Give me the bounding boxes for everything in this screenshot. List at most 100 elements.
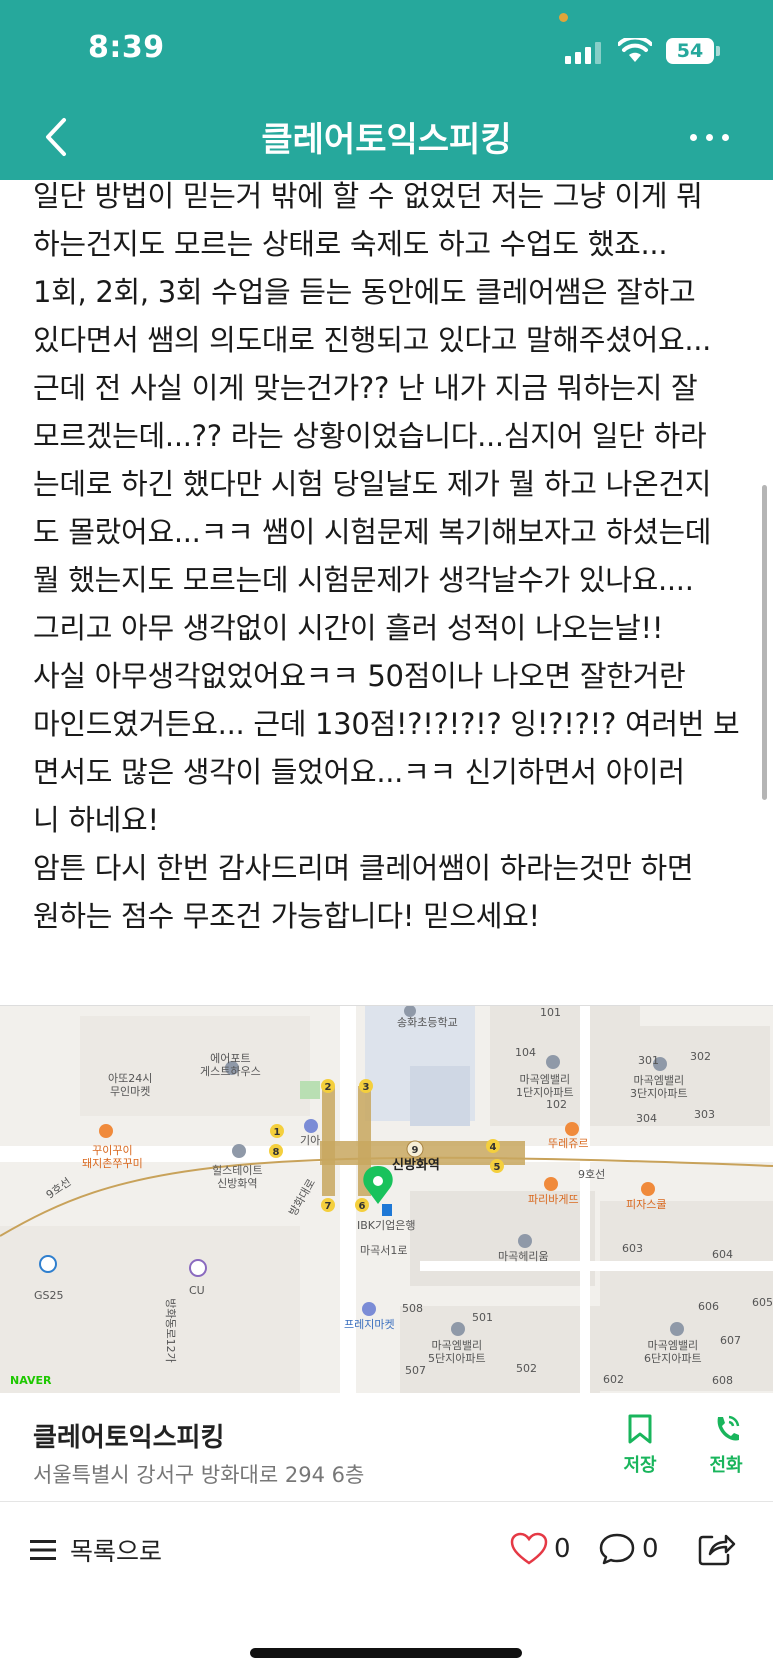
save-button[interactable]: 저장	[610, 1413, 670, 1477]
exit-8: 8	[273, 1147, 280, 1158]
map-label-b607: 607	[720, 1334, 741, 1347]
exit-9: 9	[412, 1145, 419, 1156]
article-line: 모르겠는데...?? 라는 상황이었습니다...심지어 일단 하라	[33, 419, 707, 453]
map-label-b608: 608	[712, 1374, 733, 1387]
map-label-b302: 302	[690, 1050, 711, 1063]
header-bar: 8:39 54 클레어토익스피킹	[0, 0, 773, 180]
menu-icon	[30, 1540, 56, 1560]
wifi-icon	[618, 38, 652, 62]
exit-2: 2	[325, 1082, 332, 1093]
map-label-b104: 104	[515, 1046, 536, 1059]
map-label-fresh-market: 프레지마켓	[344, 1318, 395, 1331]
exit-5: 5	[494, 1162, 501, 1173]
article-line: 니 하네요!	[33, 803, 159, 837]
map-label-market: 아또24시 무인마켓	[108, 1072, 153, 1098]
exit-4: 4	[490, 1142, 497, 1153]
map-label-apt1: 마곡엠밸리 1단지아파트	[516, 1073, 574, 1099]
article-line: 도 몰랐어요...ㅋㅋ 쌤이 시험문제 복기해보자고 하셨는데	[33, 515, 712, 549]
map-label-hillstate: 힐스테이트 신방화역	[212, 1164, 263, 1190]
article-line: 1회, 2회, 3회 수업을 듣는 동안에도 클레어쌤은 잘하고	[33, 275, 696, 309]
map-label-b303: 303	[694, 1108, 715, 1121]
status-time: 8:39	[88, 30, 165, 65]
article-line: 있다면서 쌤의 의도대로 진행되고 있다고 말해주셨어요...	[33, 323, 712, 357]
map-label-b606: 606	[698, 1300, 719, 1313]
place-name: 클레어토익스피킹	[33, 1423, 225, 1453]
scrollbar-thumb[interactable]	[762, 485, 767, 800]
place-card[interactable]: 클레어토익스피킹 서울특별시 강서구 방화대로 294 6층 저장 전화	[0, 1393, 773, 1502]
article-line: 마인드였거든요... 근데 130점!?!?!?!? 잉!?!?!? 여러번 보	[33, 707, 740, 741]
exit-6: 6	[359, 1201, 366, 1212]
location-map[interactable]: 1 2 3 4 5 6 7 8 9 송화초등학교 에어포트 게스트하우스 아또2…	[0, 1005, 773, 1394]
battery-tip	[716, 46, 720, 56]
battery-icon: 54	[666, 38, 714, 64]
more-options-button[interactable]	[690, 122, 734, 152]
comment-icon	[599, 1533, 635, 1565]
signal-icon	[565, 42, 601, 64]
call-button[interactable]: 전화	[696, 1413, 756, 1477]
map-label-gs25: GS25	[34, 1289, 64, 1302]
map-label-b605: 605	[752, 1296, 773, 1309]
map-label-bakery1: 뚜레쥬르	[548, 1137, 589, 1150]
map-label-guesthouse: 에어포트 게스트하우스	[200, 1052, 261, 1078]
map-label-b602: 602	[603, 1373, 624, 1386]
map-label-bank: IBK기업은행	[357, 1219, 416, 1232]
comment-count: 0	[642, 1534, 659, 1564]
naver-logo: NAVER	[10, 1374, 52, 1387]
map-label-b102: 102	[546, 1098, 567, 1111]
map-label-road-1: 마곡서1로	[360, 1244, 408, 1257]
map-label-b507: 507	[405, 1364, 426, 1377]
map-label-b304: 304	[636, 1112, 657, 1125]
map-label-restaurant: 꾸이꾸이 돼지촌쭈꾸미	[82, 1144, 143, 1170]
map-label-cu: CU	[189, 1284, 205, 1297]
share-icon[interactable]	[696, 1530, 736, 1568]
place-address: 서울특별시 강서구 방화대로 294 6층	[33, 1463, 365, 1487]
map-label-herium: 마곡헤리움	[498, 1250, 549, 1263]
phone-icon	[717, 1415, 740, 1441]
article-line: 뭘 했는지도 모르는데 시험문제가 생각날수가 있나요....	[33, 563, 694, 597]
map-label-apt5: 마곡엠밸리 5단지아파트	[428, 1339, 486, 1365]
article-line: 사실 아무생각없었어요ㅋㅋ 50점이나 나오면 잘한거란	[33, 659, 686, 693]
map-label-b101: 101	[540, 1006, 561, 1019]
map-label-bakery2: 파리바게뜨	[528, 1193, 579, 1206]
bottom-toolbar: 목록으로 0 0	[0, 1502, 773, 1612]
article-body: 일단 방법이 믿는거 밖에 할 수 없었던 저는 그냥 이게 뭐하는건지도 모르…	[33, 172, 753, 940]
map-label-line9-east: 9호선	[578, 1168, 606, 1181]
call-label: 전화	[709, 1455, 743, 1476]
map-label-b508: 508	[402, 1302, 423, 1315]
like-button[interactable]: 0	[510, 1532, 571, 1566]
save-label: 저장	[623, 1455, 657, 1476]
article-line: 일단 방법이 믿는거 밖에 할 수 없었던 저는 그냥 이게 뭐	[33, 179, 703, 213]
map-label-apt3: 마곡엠밸리 3단지아파트	[630, 1074, 688, 1100]
article-line: 그리고 아무 생각없이 시간이 흘러 성적이 나오는날!!	[33, 611, 664, 645]
exit-1: 1	[274, 1127, 281, 1138]
map-label-b301: 301	[638, 1054, 659, 1067]
like-count: 0	[554, 1534, 571, 1564]
map-label-school: 송화초등학교	[397, 1016, 458, 1029]
article-line: 원하는 점수 무조건 가능합니다! 믿으세요!	[33, 899, 540, 933]
map-label-kia: 기아	[300, 1134, 321, 1147]
bookmark-icon	[628, 1414, 652, 1444]
map-label-b501: 501	[472, 1311, 493, 1324]
map-label-road-3: 방화동로12가	[163, 1298, 177, 1363]
article-line: 하는건지도 모르는 상태로 숙제도 하고 수업도 했죠...	[33, 227, 668, 261]
privacy-indicator-dot	[559, 13, 568, 22]
article-line: 는데로 하긴 했다만 시험 당일날도 제가 뭘 하고 나온건지	[33, 467, 712, 501]
list-label: 목록으로	[70, 1537, 163, 1566]
home-indicator	[250, 1648, 522, 1658]
list-button[interactable]: 목록으로	[30, 1532, 162, 1568]
map-label-pizza: 피자스쿨	[626, 1198, 667, 1211]
map-label-b502: 502	[516, 1362, 537, 1375]
article-line: 근데 전 사실 이게 맞는건가?? 난 내가 지금 뭐하는지 잘	[33, 371, 698, 405]
exit-7: 7	[325, 1201, 332, 1212]
map-label-b603: 603	[622, 1242, 643, 1255]
comment-button[interactable]: 0	[598, 1532, 659, 1566]
article-line: 면서도 많은 생각이 들었어요...ㅋㅋ 신기하면서 아이러	[33, 755, 685, 789]
map-label-station: 신방화역	[392, 1158, 440, 1173]
article-line: 암튼 다시 한번 감사드리며 클레어쌤이 하라는것만 하면	[33, 851, 694, 885]
map-label-b604: 604	[712, 1248, 733, 1261]
page-title: 클레어토익스피킹	[261, 120, 512, 160]
battery-level: 54	[676, 40, 704, 62]
heart-icon	[510, 1532, 548, 1565]
map-label-apt6: 마곡엠밸리 6단지아파트	[644, 1339, 702, 1365]
exit-3: 3	[363, 1082, 370, 1093]
